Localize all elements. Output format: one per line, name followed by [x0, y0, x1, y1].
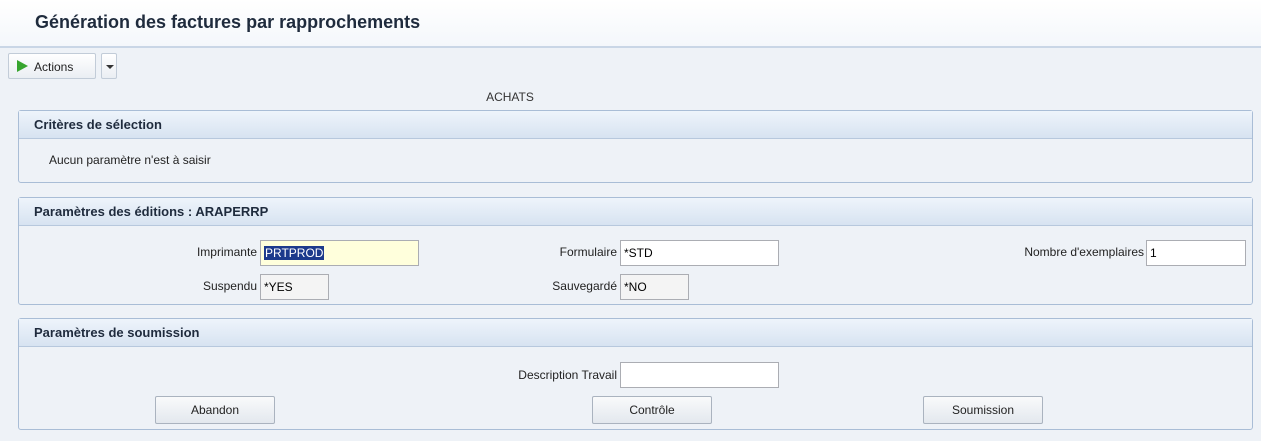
criteria-panel: Critères de sélection Aucun paramètre n'…: [18, 110, 1253, 183]
play-icon: [17, 60, 28, 72]
criteria-panel-title: Critères de sélection: [19, 111, 1252, 139]
printer-field[interactable]: PRTPROD: [260, 240, 419, 266]
copies-label: Nombre d'exemplaires: [1024, 245, 1144, 259]
job-desc-label: Description Travail: [518, 368, 617, 382]
actions-dropdown-button[interactable]: [101, 53, 117, 79]
criteria-message: Aucun paramètre n'est à saisir: [49, 153, 211, 167]
abandon-button[interactable]: Abandon: [155, 396, 275, 424]
submit-params-panel: Paramètres de soumission Description Tra…: [18, 318, 1253, 430]
copies-field[interactable]: 1: [1146, 240, 1246, 266]
actions-button[interactable]: Actions: [8, 53, 96, 79]
form-field[interactable]: *STD: [620, 240, 779, 266]
job-desc-field[interactable]: [620, 362, 779, 388]
actions-label: Actions: [34, 60, 74, 74]
page-title: Génération des factures par rapprochemen…: [35, 12, 421, 32]
print-params-panel: Paramètres des éditions : ARAPERRP Impri…: [18, 197, 1253, 305]
submit-button[interactable]: Soumission: [923, 396, 1043, 424]
printer-label: Imprimante: [196, 245, 257, 259]
save-label: Sauvegardé: [552, 279, 617, 293]
module-label: ACHATS: [486, 90, 534, 104]
form-label: Formulaire: [559, 245, 617, 259]
save-field[interactable]: *NO: [620, 274, 689, 300]
control-button[interactable]: Contrôle: [592, 396, 712, 424]
submit-params-panel-title: Paramètres de soumission: [19, 319, 1252, 347]
printer-value: PRTPROD: [264, 246, 325, 260]
hold-field[interactable]: *YES: [260, 274, 329, 300]
title-bar: Génération des factures par rapprochemen…: [0, 0, 1261, 48]
print-params-panel-title: Paramètres des éditions : ARAPERRP: [19, 198, 1252, 226]
hold-label: Suspendu: [202, 279, 257, 293]
chevron-down-icon: [106, 65, 114, 69]
